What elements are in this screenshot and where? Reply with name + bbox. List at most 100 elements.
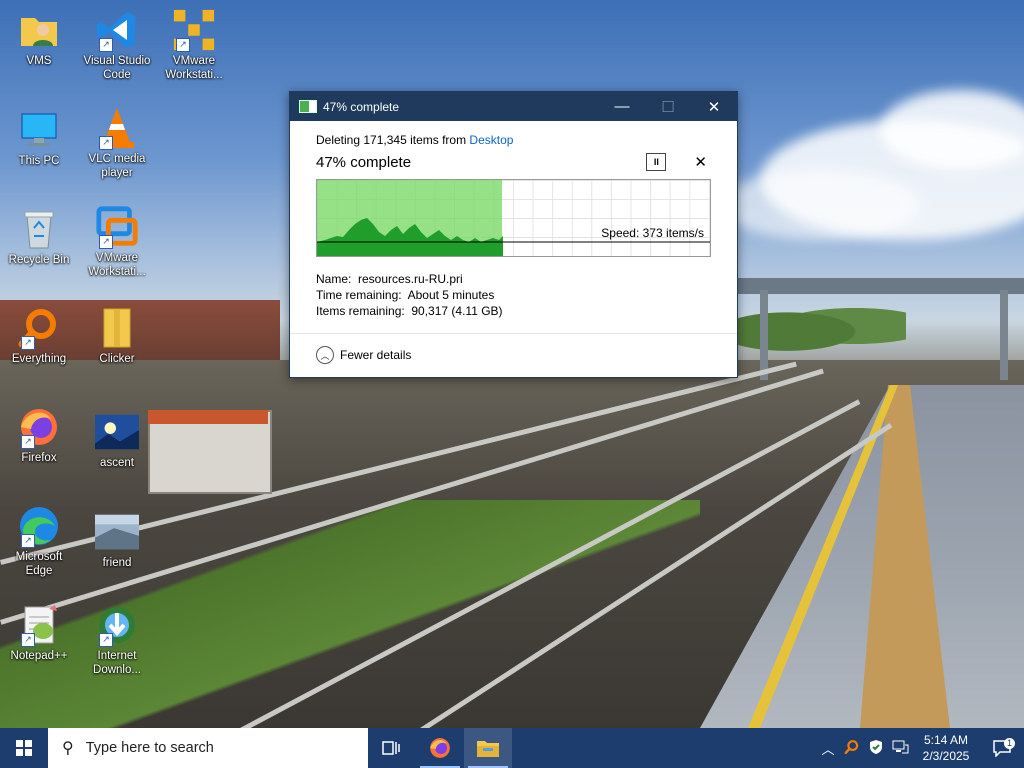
computer-icon [17, 108, 61, 152]
friend-image-icon [95, 510, 139, 554]
desktop-icon-friend[interactable]: friend [81, 510, 153, 570]
desktop-icon-label: Firefox [21, 452, 57, 464]
desktop-icon-label: VLC media player [88, 153, 146, 179]
desktop-icon-label: Internet Downlo... [93, 650, 141, 676]
chevron-up-icon: ︿ [316, 346, 334, 364]
name-label: Name: [316, 272, 352, 286]
desktop-icon-vmware-workstation[interactable]: ↗ VMware Workstati... [81, 205, 153, 279]
items-value: 90,317 (4.11 GB) [411, 304, 503, 318]
desktop-icon-label: friend [102, 557, 132, 569]
desktop-icon-everything[interactable]: ↗ Everything [3, 306, 75, 366]
time-label: Time remaining: [316, 288, 402, 302]
notification-center-button[interactable]: 1 [980, 738, 1024, 757]
speed-area [317, 218, 503, 256]
recycle-bin-icon [17, 207, 61, 251]
desktop-icon-label: Clicker [99, 353, 135, 365]
taskbar-search-box[interactable]: ⚲ Type here to search [48, 728, 368, 768]
pause-button[interactable]: II [646, 153, 667, 171]
desktop-icon-vscode[interactable]: ↗ Visual Studio Code [81, 8, 153, 82]
task-view-icon [382, 741, 400, 755]
cancel-button[interactable]: ✕ [694, 153, 707, 171]
name-value: resources.ru-RU.pri [358, 272, 463, 286]
maximize-icon: ☐ [661, 98, 675, 116]
desktop-icon-label: VMware Workstati... [165, 55, 223, 81]
minimize-icon: — [614, 98, 630, 115]
everything-search-icon: ↗ [17, 306, 61, 350]
speed-label: Speed: 373 items/s [601, 226, 704, 240]
details-panel: Name: resources.ru-RU.pri Time remaining… [316, 271, 711, 319]
taskbar-file-explorer[interactable] [464, 728, 512, 768]
progress-graph: Speed: 373 items/s [316, 179, 711, 257]
system-tray: ︿ 5:14 AM 2/3/2025 1 [816, 728, 1024, 768]
everything-tray-icon[interactable] [840, 739, 864, 758]
time-remaining-row: Time remaining: About 5 minutes [316, 287, 711, 303]
speed-chart [317, 218, 710, 256]
edge-icon: ↗ [17, 504, 61, 548]
desktop-icon-label: VMware Workstati... [88, 252, 146, 278]
security-shield-icon[interactable] [864, 739, 888, 758]
search-icon: ⚲ [62, 740, 74, 757]
vmware-workstation-icon: ↗ [95, 205, 139, 249]
file-explorer-icon [477, 741, 499, 757]
firefox-icon [430, 738, 450, 758]
desktop-icon-label: Notepad++ [10, 650, 68, 662]
desktop-icon-label: Recycle Bin [8, 254, 70, 266]
deleting-summary: Deleting 171,345 items from Desktop [316, 133, 711, 149]
taskbar-firefox[interactable] [416, 728, 464, 768]
desktop-icon-this-pc[interactable]: This PC [3, 108, 75, 168]
desktop-icon-vmware[interactable]: ↗ VMware Workstati... [158, 8, 230, 82]
taskbar: ⚲ Type here to search ︿ 5:14 AM 2/3/2025… [0, 728, 1024, 768]
time-value: About 5 minutes [407, 288, 495, 302]
desktop-icon-ascent[interactable]: ascent [81, 410, 153, 470]
pause-icon: II [653, 157, 659, 167]
items-remaining-row: Items remaining: 90,317 (4.11 GB) [316, 303, 711, 319]
desktop-icon-clicker[interactable]: Clicker [81, 306, 153, 366]
maximize-button: ☐ [645, 92, 691, 121]
ascent-image-icon [95, 410, 139, 454]
desktop-icon-edge[interactable]: ↗ Microsoft Edge [3, 504, 75, 578]
close-icon: ✕ [707, 98, 721, 116]
desktop-link[interactable]: Desktop [469, 133, 513, 147]
minimize-button[interactable]: — [599, 92, 645, 121]
dialog-title-bar[interactable]: 47% complete — ☐ ✕ [290, 92, 737, 121]
desktop-icon-vms[interactable]: VMS [3, 8, 75, 68]
vlc-icon: ↗ [95, 106, 139, 150]
desktop-icon-label: Everything [11, 353, 67, 365]
deleting-text: Deleting 171,345 items from [316, 133, 470, 147]
divider [290, 333, 737, 334]
items-label: Items remaining: [316, 304, 405, 318]
firefox-icon: ↗ [17, 405, 61, 449]
idm-icon: ↗ [95, 603, 139, 647]
desktop-icon-label: Microsoft Edge [15, 551, 63, 577]
user-folder-icon [17, 8, 61, 52]
chevron-up-icon[interactable]: ︿ [816, 739, 840, 758]
desktop-icon-label: This PC [18, 155, 60, 167]
network-icon[interactable] [888, 739, 912, 758]
vmware-icon: ↗ [172, 8, 216, 52]
desktop-icon-idm[interactable]: ↗ Internet Downlo... [81, 603, 153, 677]
desktop-icon-firefox[interactable]: ↗ Firefox [3, 405, 75, 465]
desktop-icon-label: ascent [100, 457, 134, 469]
windows-logo-icon [16, 740, 32, 756]
clock-date: 2/3/2025 [922, 749, 970, 763]
desktop-icon-label: Visual Studio Code [83, 55, 151, 81]
desktop-icon-recycle-bin[interactable]: Recycle Bin [3, 207, 75, 267]
desktop-icon-label: VMS [26, 55, 52, 67]
notification-count: 1 [1004, 738, 1015, 749]
dialog-title: 47% complete [323, 99, 400, 114]
clock-time: 5:14 AM [923, 733, 969, 747]
close-button[interactable]: ✕ [691, 92, 737, 121]
start-button[interactable] [0, 728, 48, 768]
fewer-details-button[interactable]: ︿ Fewer details [316, 346, 411, 364]
task-view-button[interactable] [368, 728, 416, 768]
fewer-details-label: Fewer details [340, 348, 412, 362]
desktop-icon-notepadpp[interactable]: ↗ Notepad++ [3, 603, 75, 663]
folder-icon [95, 306, 139, 350]
vscode-icon: ↗ [95, 8, 139, 52]
percent-complete: 47% complete [316, 153, 412, 171]
progress-window-icon [299, 100, 317, 113]
notepadpp-icon: ↗ [17, 603, 61, 647]
clock[interactable]: 5:14 AM 2/3/2025 [912, 732, 980, 764]
search-placeholder: Type here to search [85, 740, 214, 756]
desktop-icon-vlc[interactable]: ↗ VLC media player [81, 106, 153, 180]
